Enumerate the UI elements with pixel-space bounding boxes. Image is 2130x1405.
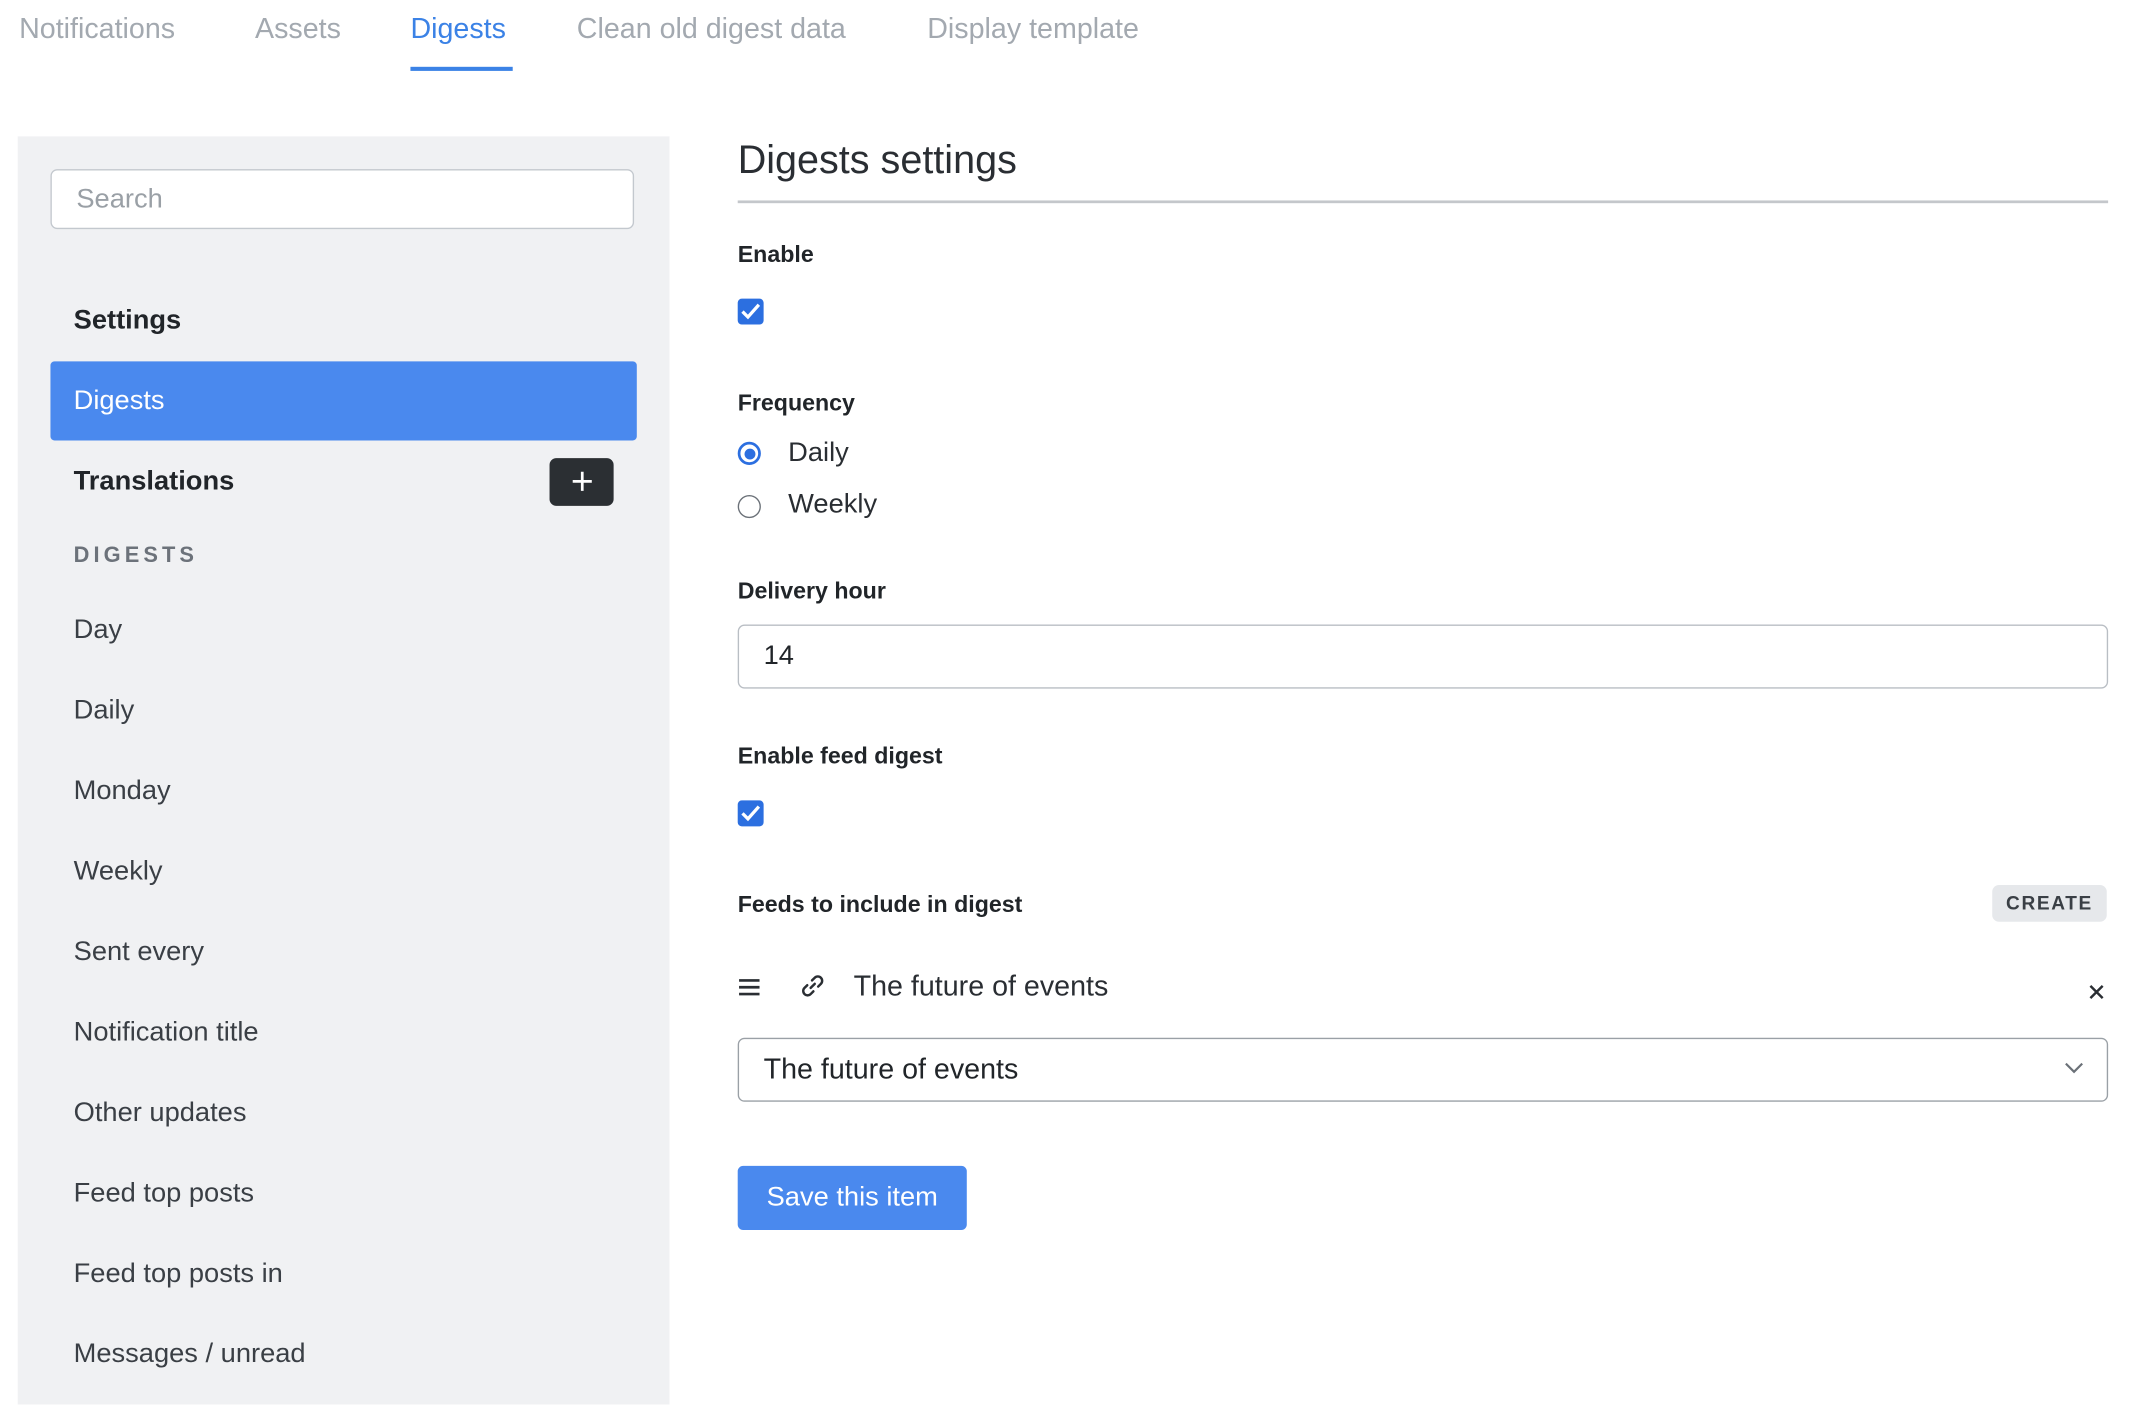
chevron-down-icon (2065, 1062, 2083, 1074)
enable-feed-digest-checkbox[interactable] (737, 800, 764, 827)
search-input[interactable] (50, 169, 635, 230)
tab-display-template[interactable]: Display template (927, 14, 1139, 47)
page-title: Digests settings (737, 139, 1017, 183)
feeds-to-include-label: Feeds to include in digest (737, 891, 1023, 918)
sidebar-item-messages-unread[interactable]: Messages / unread (74, 1339, 306, 1370)
sidebar: Settings Digests Translations DIGESTS Da… (17, 136, 670, 1405)
drag-handle-icon[interactable] (738, 976, 763, 998)
sidebar-settings-heading[interactable]: Settings (74, 305, 182, 336)
frequency-label: Frequency (737, 389, 855, 416)
tab-assets[interactable]: Assets (255, 14, 341, 47)
enable-feed-digest-label: Enable feed digest (737, 743, 943, 770)
title-divider (737, 200, 2109, 204)
sidebar-section-label: DIGESTS (73, 544, 199, 568)
sidebar-item-daily[interactable]: Daily (74, 695, 135, 726)
link-icon[interactable] (799, 972, 826, 999)
checkmark-icon (741, 303, 761, 320)
tab-digests[interactable]: Digests (410, 14, 505, 47)
close-icon[interactable] (2088, 983, 2106, 1001)
feed-select[interactable]: The future of events (737, 1037, 2109, 1102)
delivery-hour-input[interactable] (737, 624, 2109, 689)
sidebar-item-other-updates[interactable]: Other updates (74, 1098, 247, 1129)
sidebar-item-digests-active[interactable]: Digests (50, 361, 637, 441)
enable-checkbox[interactable] (737, 298, 764, 325)
create-feed-button[interactable]: CREATE (1992, 884, 2107, 922)
checkmark-icon (741, 805, 761, 822)
active-tab-indicator (410, 66, 513, 71)
sidebar-item-feed-top-posts-in[interactable]: Feed top posts in (74, 1259, 283, 1290)
plus-icon (572, 471, 592, 491)
tab-clean-old-digest-data[interactable]: Clean old digest data (577, 14, 846, 47)
tab-notifications[interactable]: Notifications (19, 14, 175, 47)
top-tabs: Notifications Assets Digests Clean old d… (0, 0, 2130, 82)
delivery-hour-label: Delivery hour (737, 578, 886, 605)
add-translation-button[interactable] (549, 458, 614, 506)
feed-item-title: The future of events (853, 970, 1109, 1003)
sidebar-item-monday[interactable]: Monday (74, 776, 171, 807)
sidebar-translations-heading[interactable]: Translations (74, 466, 235, 497)
enable-label: Enable (737, 241, 814, 268)
sidebar-item-feed-top-posts[interactable]: Feed top posts (74, 1178, 254, 1209)
frequency-weekly-label[interactable]: Weekly (788, 490, 877, 521)
frequency-daily-radio[interactable] (737, 441, 761, 465)
sidebar-item-notification-title[interactable]: Notification title (74, 1017, 259, 1048)
feed-select-value: The future of events (763, 1054, 1019, 1086)
sidebar-item-weekly[interactable]: Weekly (74, 856, 163, 887)
sidebar-item-sent-every[interactable]: Sent every (74, 937, 204, 968)
frequency-daily-label[interactable]: Daily (788, 438, 849, 469)
frequency-weekly-radio[interactable] (737, 494, 761, 519)
sidebar-item-day[interactable]: Day (74, 615, 123, 646)
save-button[interactable]: Save this item (737, 1165, 967, 1230)
